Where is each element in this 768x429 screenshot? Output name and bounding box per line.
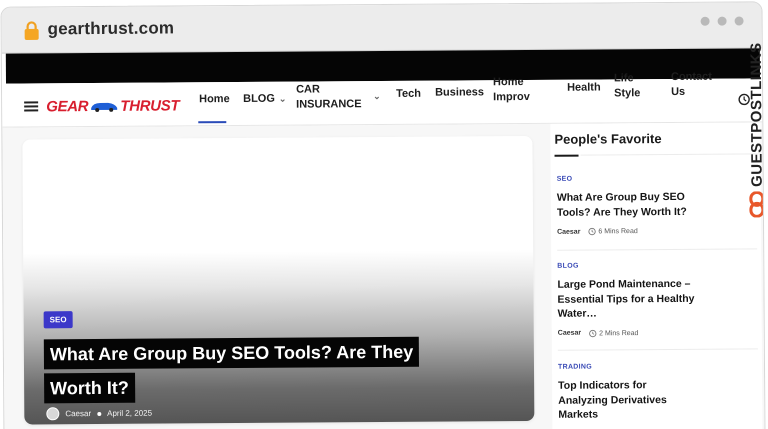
guestpostlinks-text: GUESTPOSTLINKS [747, 42, 766, 187]
site-navbar: GEAR THRUST Home BLOG ⌄ CAR INSURANCE ⌄ T… [2, 71, 763, 128]
window-controls [700, 16, 744, 26]
post-read-time: 6 Mins Read [598, 228, 638, 236]
nav-car-insurance[interactable]: CAR INSURANCE [296, 82, 362, 112]
nav-home-improv-line2: Improv [493, 90, 530, 104]
logo-text-thrust: THRUST [120, 96, 180, 115]
nav-blog-label: BLOG [243, 92, 275, 105]
nav-blog[interactable]: BLOG ⌄ [243, 92, 286, 107]
heading-underline [554, 154, 579, 157]
hero-date: April 2, 2025 [107, 408, 153, 418]
featured-post-card[interactable]: SEO What Are Group Buy SEO Tools? Are Th… [22, 135, 535, 425]
main-content: SEO What Are Group Buy SEO Tools? Are Th… [2, 122, 765, 429]
post-meta: Caesar 6 Mins Read [557, 226, 757, 235]
nav-car-insurance-line2: INSURANCE [296, 98, 362, 111]
post-category[interactable]: SEO [557, 174, 757, 183]
chevron-down-icon: ⌄ [278, 93, 287, 104]
site-logo[interactable]: GEAR THRUST [46, 95, 179, 116]
nav-health[interactable]: Health [567, 80, 601, 95]
lock-icon [24, 21, 39, 40]
nav-contact-us-line1: Contact [670, 70, 712, 83]
list-item[interactable]: SEO What Are Group Buy SEO Tools? Are Th… [557, 174, 757, 236]
read-time-wrap: 2 Mins Read [589, 329, 638, 337]
post-title[interactable]: Top Indicators for Analyzing Derivatives… [558, 378, 698, 422]
nav-business[interactable]: Business [435, 85, 484, 100]
nav-contact-us[interactable]: Contact Us [671, 70, 712, 100]
window-dot[interactable] [700, 16, 710, 26]
list-item[interactable]: BLOG Large Pond Maintenance – Essential … [557, 261, 758, 337]
post-category[interactable]: BLOG [557, 261, 757, 270]
logo-text-gear: GEAR [46, 97, 89, 115]
nav-life-style-line2: Style [614, 87, 641, 100]
nav-life-style[interactable]: Life Style [614, 71, 641, 101]
post-author[interactable]: Caesar [558, 330, 581, 337]
window-dot[interactable] [717, 16, 727, 26]
heading-rule [580, 153, 761, 156]
divider [557, 248, 758, 251]
car-icon [91, 102, 118, 112]
post-author[interactable]: Caesar [557, 228, 580, 235]
chevron-down-icon[interactable]: ⌄ [369, 89, 381, 104]
hero-meta: Caesar April 2, 2025 [46, 407, 152, 421]
clock-icon [589, 329, 597, 337]
hero-author[interactable]: Caesar [65, 409, 91, 418]
list-item[interactable]: TRADING Top Indicators for Analyzing Der… [558, 362, 758, 422]
nav-tech[interactable]: Tech [396, 87, 421, 102]
divider [557, 348, 758, 351]
meta-separator [97, 411, 102, 416]
post-title[interactable]: Large Pond Maintenance – Essential Tips … [557, 277, 697, 321]
window-dot[interactable] [734, 16, 744, 26]
hero-title-line1[interactable]: What Are Group Buy SEO Tools? Are They [43, 336, 420, 370]
hero-category-badge[interactable]: SEO [43, 311, 73, 329]
post-title[interactable]: What Are Group Buy SEO Tools? Are They W… [557, 190, 697, 220]
nav-home-improv[interactable]: Home Improv [493, 75, 530, 105]
hero-title-line2[interactable]: Worth It? [44, 372, 135, 404]
link-chain-icon [749, 190, 765, 217]
nav-home-improv-line1: Home [492, 76, 524, 89]
popular-posts-sidebar: People's Favorite SEO What Are Group Buy… [550, 122, 763, 429]
avatar[interactable] [46, 407, 60, 421]
nav-active-indicator [198, 121, 227, 124]
nav-car-insurance-line1: CAR [296, 83, 320, 96]
browser-titlebar: gearthrust.com [1, 2, 762, 54]
browser-window: gearthrust.com GEAR THRUST Home BLOG⌄ C [0, 1, 766, 429]
nav-contact-us-line2: Us [671, 85, 686, 98]
post-meta: Caesar 2 Mins Read [558, 328, 758, 337]
nav-home[interactable]: Home [199, 92, 230, 107]
read-time-wrap: 6 Mins Read [588, 227, 638, 236]
clock-icon [588, 227, 597, 236]
address-domain[interactable]: gearthrust.com [48, 18, 175, 39]
sidebar-heading: People's Favorite [554, 131, 662, 147]
nav-life-style-line1: Life [613, 72, 634, 85]
guestpostlinks-watermark: GUESTPOSTLINKS [742, 42, 766, 242]
post-category[interactable]: TRADING [558, 362, 758, 371]
post-read-time: 2 Mins Read [599, 329, 639, 337]
hamburger-icon[interactable] [24, 101, 39, 112]
